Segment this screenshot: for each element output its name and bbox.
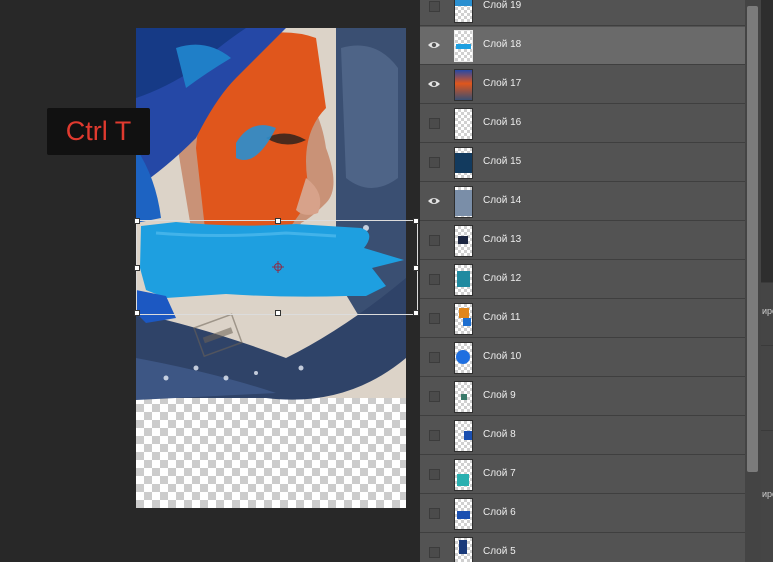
dark-texture-thumbnail-icon[interactable] xyxy=(454,147,473,179)
transform-handle-top-middle[interactable] xyxy=(275,218,281,224)
layer-row[interactable]: Слой 17 xyxy=(420,66,745,104)
right-dock-panel xyxy=(761,282,773,562)
blue-stroke-thumbnail-icon[interactable] xyxy=(454,30,473,62)
visibility-toggle-empty[interactable] xyxy=(426,0,442,14)
transform-reference-point-icon[interactable] xyxy=(272,261,284,273)
portrait-thumbnail-icon[interactable] xyxy=(454,69,473,101)
transform-handle-middle-right[interactable] xyxy=(413,265,419,271)
layer-row[interactable]: Слой 10 xyxy=(420,339,745,377)
visibility-toggle-empty[interactable] xyxy=(426,271,442,287)
small-green-thumbnail-icon[interactable] xyxy=(454,381,473,413)
layer-name[interactable]: Слой 13 xyxy=(483,234,521,245)
layer-row[interactable]: Слой 5 xyxy=(420,534,745,562)
layer-name[interactable]: Слой 12 xyxy=(483,273,521,284)
visibility-toggle-empty[interactable] xyxy=(426,427,442,443)
right-panel-label-fragment: иро xyxy=(762,489,773,499)
visibility-toggle-empty[interactable] xyxy=(426,505,442,521)
small-object-thumbnail-icon[interactable] xyxy=(454,225,473,257)
texture-thumbnail-icon[interactable] xyxy=(454,0,473,23)
layer-row[interactable]: Слой 16 xyxy=(420,105,745,143)
blue-square-thumbnail-icon[interactable] xyxy=(454,420,473,452)
right-dock-divider xyxy=(761,430,773,431)
layer-row[interactable]: Слой 15 xyxy=(420,144,745,182)
blue-circle-thumbnail-icon[interactable] xyxy=(454,342,473,374)
blue-rect-thumbnail-icon[interactable] xyxy=(454,498,473,530)
layer-name[interactable]: Слой 9 xyxy=(483,390,516,401)
layer-name[interactable]: Слой 5 xyxy=(483,546,516,557)
dark-figure-thumbnail-icon[interactable] xyxy=(454,537,473,562)
visibility-toggle-empty[interactable] xyxy=(426,154,442,170)
visibility-toggle-empty[interactable] xyxy=(426,466,442,482)
shortcut-hint-label: Ctrl T xyxy=(47,108,150,155)
layer-row[interactable]: Слой 19 xyxy=(420,0,745,26)
layer-name[interactable]: Слой 19 xyxy=(483,0,521,11)
teal-thumbnail-icon[interactable] xyxy=(454,264,473,296)
layer-row[interactable]: Слой 13 xyxy=(420,222,745,260)
teal-splash-thumbnail-icon[interactable] xyxy=(454,459,473,491)
fabric-thumbnail-icon[interactable] xyxy=(454,186,473,218)
layer-name[interactable]: Слой 14 xyxy=(483,195,521,206)
layer-row[interactable]: Слой 8 xyxy=(420,417,745,455)
layer-row[interactable]: Слой 12 xyxy=(420,261,745,299)
visibility-toggle-empty[interactable] xyxy=(426,232,442,248)
layer-name[interactable]: Слой 7 xyxy=(483,468,516,479)
layer-name[interactable]: Слой 11 xyxy=(483,312,520,323)
visibility-toggle-empty[interactable] xyxy=(426,388,442,404)
visibility-toggle-empty[interactable] xyxy=(426,544,442,560)
layer-name[interactable]: Слой 10 xyxy=(483,351,521,362)
transform-handle-bottom-left[interactable] xyxy=(134,310,140,316)
transform-handle-top-right[interactable] xyxy=(413,218,419,224)
layer-row[interactable]: Слой 14 xyxy=(420,183,745,221)
layer-name[interactable]: Слой 15 xyxy=(483,156,521,167)
visibility-toggle-empty[interactable] xyxy=(426,115,442,131)
visibility-toggle-empty[interactable] xyxy=(426,349,442,365)
layer-name[interactable]: Слой 6 xyxy=(483,507,516,518)
layer-row[interactable]: Слой 18 xyxy=(420,27,745,65)
visibility-eye-icon[interactable] xyxy=(426,193,442,209)
transform-handle-bottom-middle[interactable] xyxy=(275,310,281,316)
transform-handle-top-left[interactable] xyxy=(134,218,140,224)
visibility-toggle-empty[interactable] xyxy=(426,310,442,326)
layers-scrollbar-thumb[interactable] xyxy=(747,6,758,472)
visibility-eye-icon[interactable] xyxy=(426,37,442,53)
layer-row[interactable]: Слой 11 xyxy=(420,300,745,338)
right-dock-divider xyxy=(761,282,773,283)
layer-name[interactable]: Слой 8 xyxy=(483,429,516,440)
document-canvas[interactable] xyxy=(136,28,406,508)
visibility-eye-icon[interactable] xyxy=(426,76,442,92)
layer-name[interactable]: Слой 16 xyxy=(483,117,521,128)
layer-row[interactable]: Слой 9 xyxy=(420,378,745,416)
layer-row[interactable]: Слой 6 xyxy=(420,495,745,533)
right-panel-label-fragment: ирo xyxy=(762,306,773,316)
transparent-thumbnail-icon[interactable] xyxy=(454,108,473,140)
layer-row[interactable]: Слой 7 xyxy=(420,456,745,494)
transform-handle-middle-left[interactable] xyxy=(134,265,140,271)
artwork-collage xyxy=(136,28,406,400)
layer-name[interactable]: Слой 17 xyxy=(483,78,521,89)
layers-panel: Слой 19 Слой 18 Слой 17 Слой 16 Слой 15 Слой … xyxy=(420,0,745,562)
right-dock-divider xyxy=(761,345,773,346)
layer-name[interactable]: Слой 18 xyxy=(483,39,521,50)
transform-handle-bottom-right[interactable] xyxy=(413,310,419,316)
orange-blue-thumbnail-icon[interactable] xyxy=(454,303,473,335)
